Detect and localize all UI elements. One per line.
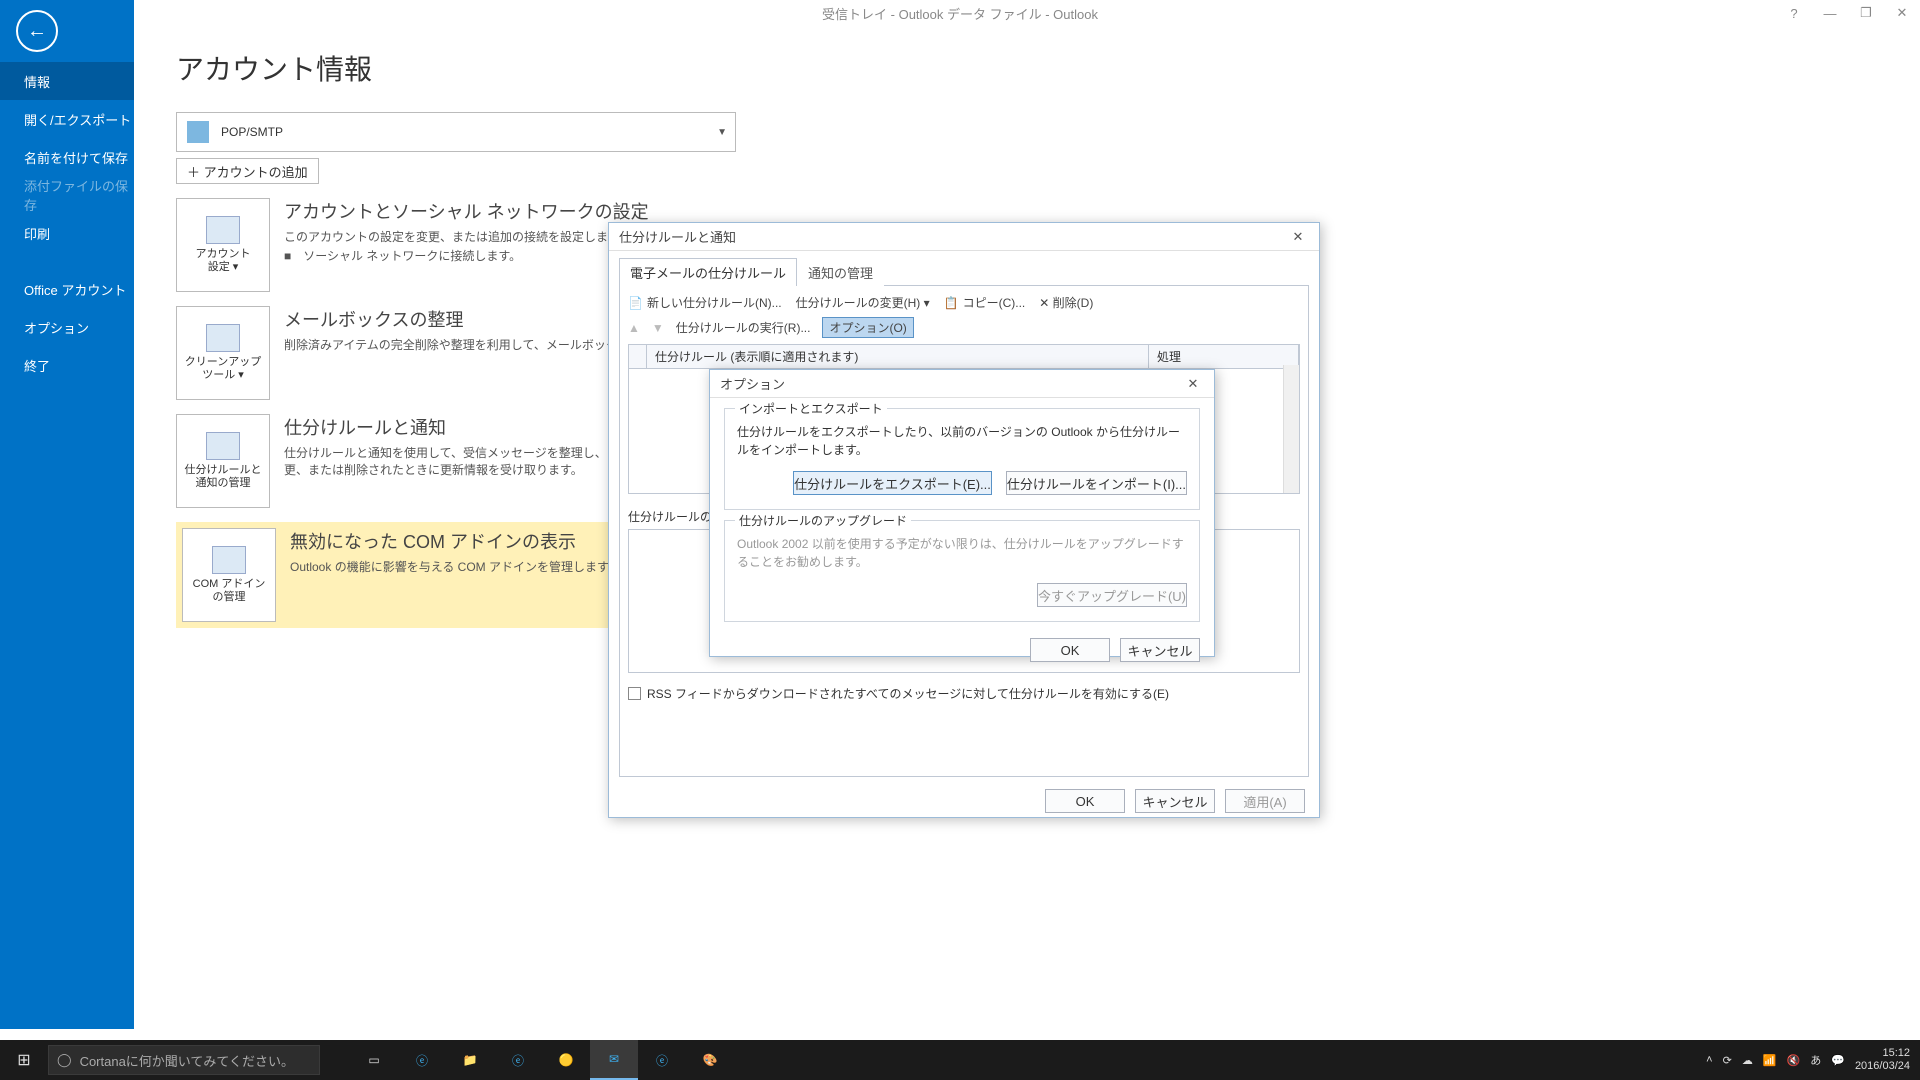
run-rules-button[interactable]: 仕分けルールの実行(R)... xyxy=(676,319,811,336)
rules-alerts-button[interactable]: 仕分けルールと 通知の管理 xyxy=(176,414,270,508)
sidebar-item-open-export[interactable]: 開く/エクスポート xyxy=(0,100,134,138)
rules-options-button[interactable]: オプション(O) xyxy=(822,317,913,338)
tray-cloud-icon[interactable]: ☁ xyxy=(1742,1054,1753,1067)
cortana-search[interactable]: ◯ Cortanaに何か聞いてみてください。 xyxy=(48,1045,320,1075)
tray-ime-icon[interactable]: あ xyxy=(1810,1052,1821,1068)
tab-email-rules[interactable]: 電子メールの仕分けルール xyxy=(619,258,797,286)
sidebar-item-office-account[interactable]: Office アカウント xyxy=(0,270,134,308)
window-titlebar: 受信トレイ - Outlook データ ファイル - Outlook ? — ❐… xyxy=(0,0,1920,26)
start-button[interactable]: ⊞ xyxy=(0,1040,48,1080)
taskbar-app-ie2[interactable]: ⓔ xyxy=(638,1040,686,1080)
sidebar-item-save-as[interactable]: 名前を付けて保存 xyxy=(0,138,134,176)
export-rules-button[interactable]: 仕分けルールをエクスポート(E)... xyxy=(793,471,992,495)
tray-wifi-icon[interactable]: 📶 xyxy=(1763,1054,1777,1067)
page-title: アカウント情報 xyxy=(176,48,736,88)
group-import-export: インポートとエクスポート xyxy=(735,400,887,417)
change-rule-button[interactable]: 仕分けルールの変更(H) ▾ xyxy=(796,294,930,311)
col-actions: 処理 xyxy=(1149,345,1299,368)
rss-rules-checkbox[interactable]: RSS フィードからダウンロードされたすべてのメッセージに対して仕分けルールを有… xyxy=(628,685,1300,702)
section-title: 無効になった COM アドインの表示 xyxy=(290,528,620,554)
upgrade-now-button: 今すぐアップグレード(U) xyxy=(1037,583,1187,607)
section-title: アカウントとソーシャル ネットワークの設定 xyxy=(284,198,649,224)
dialog-title: 仕分けルールと通知 xyxy=(619,227,736,246)
taskbar-app-paint[interactable]: 🎨 xyxy=(686,1040,734,1080)
new-rule-button[interactable]: 📄 新しい仕分けルール(N)... xyxy=(628,294,782,311)
rules-icon xyxy=(206,432,240,460)
backstage-sidebar: ← 情報 開く/エクスポート 名前を付けて保存 添付ファイルの保存 印刷 Off… xyxy=(0,0,134,1029)
account-selector[interactable]: POP/SMTP ▼ xyxy=(176,112,736,152)
add-account-button[interactable]: ＋ アカウントの追加 xyxy=(176,158,319,184)
tray-notifications-icon[interactable]: 💬 xyxy=(1831,1054,1845,1067)
taskbar-clock[interactable]: 15:12 2016/03/24 xyxy=(1855,1047,1910,1073)
tray-sync-icon[interactable]: ⟳ xyxy=(1723,1054,1732,1067)
minimize-button[interactable]: — xyxy=(1812,0,1848,26)
sidebar-item-options[interactable]: オプション xyxy=(0,308,134,346)
taskbar-app-ie[interactable]: ⓔ xyxy=(494,1040,542,1080)
cleanup-tools-button[interactable]: クリーンアップ ツール ▾ xyxy=(176,306,270,400)
help-icon[interactable]: ? xyxy=(1776,0,1812,26)
maximize-button[interactable]: ❐ xyxy=(1848,0,1884,26)
tab-manage-alerts[interactable]: 通知の管理 xyxy=(797,258,884,286)
taskbar-app-edge[interactable]: ⓔ xyxy=(398,1040,446,1080)
copy-rule-button[interactable]: 📋 コピー(C)... xyxy=(944,294,1026,311)
ok-button[interactable]: OK xyxy=(1045,789,1125,813)
dropdown-icon: ▼ xyxy=(717,127,727,138)
back-button[interactable]: ← xyxy=(16,10,58,52)
account-settings-icon xyxy=(206,216,240,244)
tray-overflow-icon[interactable]: ˄ xyxy=(1706,1054,1712,1066)
account-settings-button[interactable]: アカウント 設定 ▾ xyxy=(176,198,270,292)
account-type-label: POP/SMTP xyxy=(221,125,283,139)
delete-rule-button[interactable]: ✕ 削除(D) xyxy=(1039,294,1093,311)
addins-icon xyxy=(212,546,246,574)
system-tray[interactable]: ˄ ⟳ ☁ 📶 🔇 あ 💬 15:12 2016/03/24 xyxy=(1706,1047,1920,1073)
scrollbar[interactable] xyxy=(1283,365,1299,493)
rules-options-dialog: オプション ✕ インポートとエクスポート 仕分けルールをエクスポートしたり、以前… xyxy=(709,369,1215,657)
taskbar-app-explorer[interactable]: 📁 xyxy=(446,1040,494,1080)
sidebar-item-info[interactable]: 情報 xyxy=(0,62,134,100)
close-icon[interactable]: ✕ xyxy=(1182,373,1204,395)
windows-taskbar: ⊞ ◯ Cortanaに何か聞いてみてください。 ▭ ⓔ 📁 ⓔ 🟡 ✉ ⓔ 🎨… xyxy=(0,1040,1920,1080)
apply-button: 適用(A) xyxy=(1225,789,1305,813)
import-rules-button[interactable]: 仕分けルールをインポート(I)... xyxy=(1006,471,1187,495)
group-upgrade-rules: 仕分けルールのアップグレード xyxy=(735,512,911,529)
sidebar-item-print[interactable]: 印刷 xyxy=(0,214,134,252)
move-down-icon[interactable]: ▼ xyxy=(652,321,664,335)
ok-button[interactable]: OK xyxy=(1030,638,1110,662)
taskbar-app-chrome[interactable]: 🟡 xyxy=(542,1040,590,1080)
window-title: 受信トレイ - Outlook データ ファイル - Outlook xyxy=(0,4,1920,23)
cancel-button[interactable]: キャンセル xyxy=(1135,789,1215,813)
cancel-button[interactable]: キャンセル xyxy=(1120,638,1200,662)
col-rule-name: 仕分けルール (表示順に適用されます) xyxy=(647,345,1149,368)
close-icon[interactable]: ✕ xyxy=(1287,226,1309,248)
com-addins-button[interactable]: COM アドイン の管理 xyxy=(182,528,276,622)
tray-volume-icon[interactable]: 🔇 xyxy=(1787,1054,1801,1067)
close-button[interactable]: ✕ xyxy=(1884,0,1920,26)
account-icon xyxy=(187,121,209,143)
sidebar-item-exit[interactable]: 終了 xyxy=(0,346,134,384)
cortana-icon: ◯ xyxy=(57,1052,72,1068)
cleanup-icon xyxy=(206,324,240,352)
dialog-title: オプション xyxy=(720,374,785,393)
sidebar-item-save-attachments: 添付ファイルの保存 xyxy=(0,176,134,214)
task-view-button[interactable]: ▭ xyxy=(350,1040,398,1080)
move-up-icon[interactable]: ▲ xyxy=(628,321,640,335)
taskbar-app-outlook[interactable]: ✉ xyxy=(590,1040,638,1080)
checkbox-icon xyxy=(628,687,641,700)
